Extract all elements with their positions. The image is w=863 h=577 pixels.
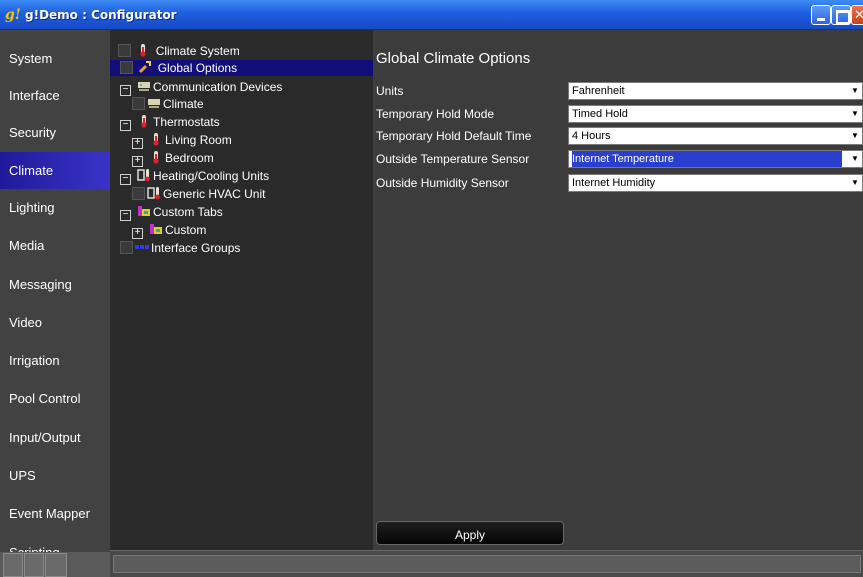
tree-label: Heating/Cooling Units xyxy=(153,169,270,183)
tree-item-climate-device[interactable]: Climate xyxy=(132,96,204,112)
tree-label: Global Options xyxy=(157,61,238,75)
tree-checkbox[interactable] xyxy=(120,61,133,74)
tree-item-global-options[interactable]: Global Options xyxy=(110,60,373,76)
tree-panel: Climate System Global Options − Communica… xyxy=(110,30,373,550)
sidebar-item-pool-control[interactable]: Pool Control xyxy=(0,380,110,417)
thermometer-icon xyxy=(153,151,159,164)
units-label: Units xyxy=(376,84,404,98)
tree-item-interface-groups[interactable]: Interface Groups xyxy=(120,240,240,256)
tabs-icon xyxy=(138,206,150,216)
temporary-hold-default-time-value: 4 Hours xyxy=(572,130,611,142)
title-bar[interactable]: g! g!Demo : Configurator xyxy=(0,0,863,30)
groups-icon xyxy=(135,245,149,249)
tree-item-custom-tabs[interactable]: − Custom Tabs xyxy=(120,204,223,221)
sidebar: System Interface Security Climate Lighti… xyxy=(0,30,110,577)
collapse-toggle[interactable]: − xyxy=(120,85,131,96)
close-button[interactable] xyxy=(851,5,863,25)
temporary-hold-default-time-label: Temporary Hold Default Time xyxy=(376,129,532,143)
outside-temperature-sensor-label: Outside Temperature Sensor xyxy=(376,152,530,166)
outside-humidity-sensor-value: Internet Humidity xyxy=(572,177,656,189)
tree-label: Climate xyxy=(163,97,204,111)
sidebar-item-input-output[interactable]: Input/Output xyxy=(0,419,110,456)
temporary-hold-mode-select[interactable]: Timed Hold ▼ xyxy=(568,105,863,123)
tree-item-climate-system[interactable]: Climate System xyxy=(118,43,240,59)
sidebar-item-messaging[interactable]: Messaging xyxy=(0,266,110,303)
tree-item-custom[interactable]: + Custom xyxy=(132,222,207,239)
temporary-hold-mode-value: Timed Hold xyxy=(572,108,628,120)
status-bar xyxy=(110,550,863,577)
chevron-down-icon[interactable]: ▼ xyxy=(848,128,862,144)
page-title: Global Climate Options xyxy=(376,50,531,67)
hvac-icon xyxy=(147,187,160,200)
tree-label: Generic HVAC Unit xyxy=(163,187,266,201)
tree-label: Interface Groups xyxy=(151,241,241,255)
tree-label: Climate System xyxy=(155,44,240,58)
temporary-hold-mode-label: Temporary Hold Mode xyxy=(376,107,495,121)
network-device-icon xyxy=(138,82,150,91)
collapse-toggle[interactable]: − xyxy=(120,210,131,221)
tree-item-heating-cooling-units[interactable]: − Heating/Cooling Units xyxy=(120,168,270,185)
sidebar-item-irrigation[interactable]: Irrigation xyxy=(0,342,110,379)
footer-button-2[interactable] xyxy=(24,553,44,577)
tree-label: Custom xyxy=(165,223,207,237)
outside-humidity-sensor-label: Outside Humidity Sensor xyxy=(376,176,509,190)
thermometer-icon xyxy=(140,44,146,57)
sidebar-item-climate[interactable]: Climate xyxy=(0,152,110,189)
tree-item-generic-hvac-unit[interactable]: Generic HVAC Unit xyxy=(132,186,265,202)
units-select[interactable]: Fahrenheit ▼ xyxy=(568,82,863,100)
tabs-icon xyxy=(150,224,162,234)
minimize-button[interactable] xyxy=(811,5,831,25)
sidebar-item-security[interactable]: Security xyxy=(0,114,110,151)
temporary-hold-default-time-select[interactable]: 4 Hours ▼ xyxy=(568,127,863,145)
app-logo-icon: g! xyxy=(5,7,21,23)
outside-temperature-sensor-value: Internet Temperature xyxy=(572,151,842,167)
thermometer-icon xyxy=(141,115,147,128)
chevron-down-icon[interactable]: ▼ xyxy=(848,106,862,122)
tree-label: Living Room xyxy=(165,133,232,147)
footer-button-3[interactable] xyxy=(45,553,67,577)
sidebar-item-lighting[interactable]: Lighting xyxy=(0,189,110,226)
sidebar-item-media[interactable]: Media xyxy=(0,227,110,264)
tree-item-living-room[interactable]: + Living Room xyxy=(132,132,232,149)
expand-toggle[interactable]: + xyxy=(132,228,143,239)
network-device-icon xyxy=(148,99,160,108)
tree-label: Thermostats xyxy=(153,115,220,129)
collapse-toggle[interactable]: − xyxy=(120,120,131,131)
sidebar-item-ups[interactable]: UPS xyxy=(0,457,110,494)
wrench-icon xyxy=(139,61,152,74)
tree-checkbox[interactable] xyxy=(118,44,131,57)
tree-checkbox[interactable] xyxy=(132,97,145,110)
tree-label: Bedroom xyxy=(165,151,214,165)
hvac-icon xyxy=(137,169,150,182)
tree-checkbox[interactable] xyxy=(132,187,145,200)
window-title: g!Demo : Configurator xyxy=(25,8,177,22)
outside-temperature-sensor-select[interactable]: Internet Temperature ▼ xyxy=(568,150,863,168)
collapse-toggle[interactable]: − xyxy=(120,174,131,185)
status-field xyxy=(113,555,861,573)
chevron-down-icon[interactable]: ▼ xyxy=(848,151,862,167)
sidebar-item-event-mapper[interactable]: Event Mapper xyxy=(0,495,110,532)
outside-humidity-sensor-select[interactable]: Internet Humidity ▼ xyxy=(568,174,863,192)
tree-item-thermostats[interactable]: − Thermostats xyxy=(120,114,220,131)
options-panel: Global Climate Options Units Fahrenheit … xyxy=(373,30,863,550)
chevron-down-icon[interactable]: ▼ xyxy=(848,175,862,191)
apply-button[interactable]: Apply xyxy=(376,521,564,545)
expand-toggle[interactable]: + xyxy=(132,156,143,167)
maximize-button[interactable] xyxy=(831,5,851,25)
chevron-down-icon[interactable]: ▼ xyxy=(848,83,862,99)
thermometer-icon xyxy=(153,133,159,146)
sidebar-item-system[interactable]: System xyxy=(0,40,110,77)
units-value: Fahrenheit xyxy=(572,85,625,97)
tree-checkbox[interactable] xyxy=(120,241,133,254)
footer-button-1[interactable] xyxy=(3,553,23,577)
tree-label: Custom Tabs xyxy=(153,205,223,219)
sidebar-item-interface[interactable]: Interface xyxy=(0,77,110,114)
tree-item-communication-devices[interactable]: − Communication Devices xyxy=(120,79,283,96)
sidebar-item-video[interactable]: Video xyxy=(0,304,110,341)
expand-toggle[interactable]: + xyxy=(132,138,143,149)
tree-label: Communication Devices xyxy=(153,80,283,94)
tree-item-bedroom[interactable]: + Bedroom xyxy=(132,150,214,167)
